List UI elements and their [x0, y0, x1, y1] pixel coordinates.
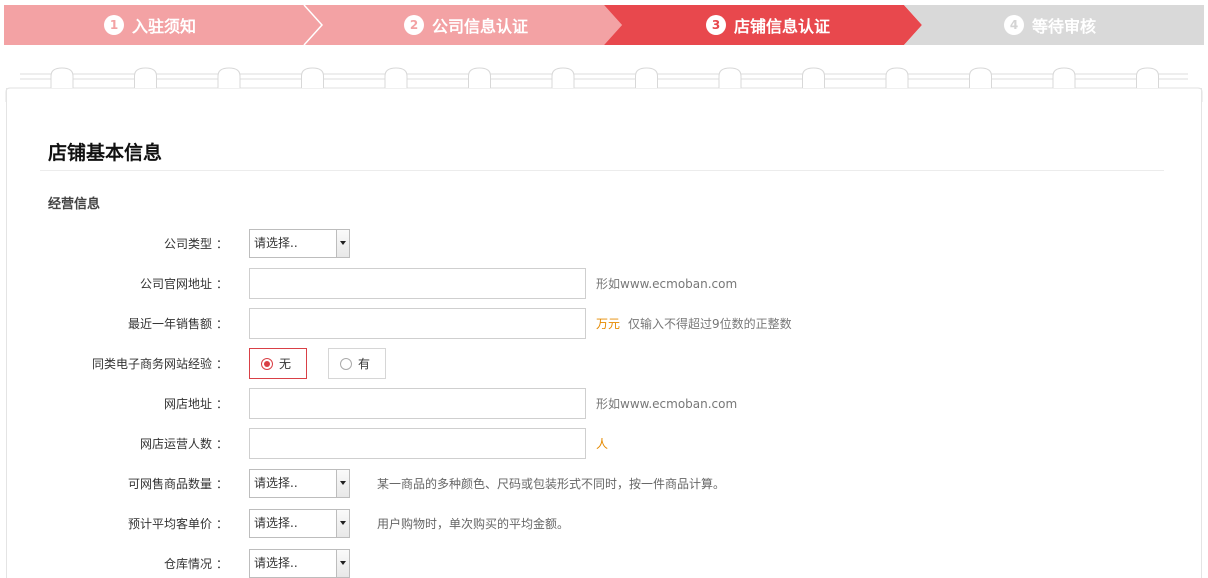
product-count-label: 可网售商品数量 [127, 477, 212, 491]
step-1: 1 入驻须知 [104, 5, 196, 45]
label-colon: ： [215, 357, 228, 371]
label-colon: ： [215, 557, 228, 571]
binder-ring [969, 67, 992, 88]
binder-ring [217, 67, 241, 88]
annual-sales-input[interactable] [249, 308, 586, 339]
website-hint: 形如www.ecmoban.com [596, 277, 738, 291]
avg-price-label: 预计平均客单价 [127, 517, 212, 531]
ecom-experience-label: 同类电子商务网站经验 [91, 357, 212, 371]
company-type-select[interactable]: 请选择.. [249, 229, 350, 258]
section-divider [40, 170, 1164, 171]
warehouse-select[interactable]: 请选择.. [249, 549, 350, 578]
subsection-title: 经营信息 [48, 197, 101, 212]
row-ecom-experience: 同类电子商务网站经验： 无 有 [0, 348, 1208, 380]
step-1-number: 1 [104, 15, 124, 35]
binder-ring [551, 67, 575, 88]
annual-sales-label: 最近一年销售额 [127, 317, 212, 331]
avg-price-select[interactable]: 请选择.. [249, 509, 350, 538]
shop-url-label: 网店地址 [163, 397, 212, 411]
annual-sales-unit: 万元 [596, 317, 621, 331]
binder-ring [50, 67, 74, 88]
step-2: 2 公司信息认证 [404, 5, 528, 45]
progress-steps: 1 入驻须知 2 公司信息认证 3 店铺信息认证 4 等待审核 [4, 5, 1204, 45]
radio-option-yes[interactable]: 有 [328, 348, 386, 379]
row-shop-url: 网店地址： 形如www.ecmoban.com [0, 388, 1208, 420]
label-colon: ： [215, 397, 228, 411]
product-count-select[interactable]: 请选择.. [249, 469, 350, 498]
row-avg-price: 预计平均客单价： 请选择.. 用户购物时，单次购买的平均金额。 [0, 508, 1208, 540]
row-company-type: 公司类型： 请选择.. [0, 228, 1208, 260]
avg-price-hint: 用户购物时，单次购买的平均金额。 [377, 517, 570, 531]
step-3: 3 店铺信息认证 [706, 5, 830, 45]
website-input[interactable] [249, 268, 586, 299]
chevron-down-icon [336, 550, 349, 577]
section-title: 店铺基本信息 [48, 142, 163, 164]
radio-unselected-icon [340, 357, 352, 370]
shop-staff-unit: 人 [596, 437, 609, 451]
step-3-number: 3 [706, 15, 726, 35]
shop-url-hint: 形如www.ecmoban.com [596, 397, 738, 411]
product-count-hint: 某一商品的多种颜色、尺码或包装形式不同时，按一件商品计算。 [377, 477, 726, 491]
binder-ring [384, 67, 408, 88]
row-warehouse: 仓库情况： 请选择.. [0, 548, 1208, 578]
avg-price-value: 请选择.. [254, 516, 298, 530]
radio-yes-label: 有 [358, 357, 371, 371]
binder-ring [301, 67, 324, 88]
binder-ring [134, 67, 157, 88]
step-2-number: 2 [404, 15, 424, 35]
shop-url-input[interactable] [249, 388, 586, 419]
radio-none-label: 无 [279, 357, 292, 371]
label-colon: ： [215, 317, 228, 331]
binder-ring [802, 67, 825, 88]
chevron-down-icon [336, 470, 349, 497]
binder-ring [635, 67, 658, 88]
label-colon: ： [215, 477, 228, 491]
step-4: 4 等待审核 [1004, 5, 1096, 45]
warehouse-value: 请选择.. [254, 556, 298, 570]
label-colon: ： [215, 277, 228, 291]
step-4-number: 4 [1004, 15, 1024, 35]
annual-sales-hint: 仅输入不得超过9位数的正整数 [628, 317, 792, 331]
row-website: 公司官网地址： 形如www.ecmoban.com [0, 268, 1208, 300]
binder-ring [1052, 67, 1076, 88]
row-product-count: 可网售商品数量： 请选择.. 某一商品的多种颜色、尺码或包装形式不同时，按一件商… [0, 468, 1208, 500]
binder-ring [718, 67, 742, 88]
chevron-down-icon [336, 510, 349, 537]
binder-ring [885, 67, 909, 88]
row-annual-sales: 最近一年销售额： 万元 仅输入不得超过9位数的正整数 [0, 308, 1208, 340]
radio-option-none[interactable]: 无 [249, 348, 307, 379]
label-colon: ： [215, 437, 228, 451]
chevron-down-icon [336, 230, 349, 257]
step-3-label: 店铺信息认证 [734, 17, 831, 36]
step-4-label: 等待审核 [1032, 17, 1097, 36]
row-shop-staff: 网店运营人数： 人 [0, 428, 1208, 460]
shop-staff-input[interactable] [249, 428, 586, 459]
binder-ring [1136, 67, 1159, 88]
warehouse-label: 仓库情况 [163, 557, 212, 571]
step-2-label: 公司信息认证 [432, 17, 529, 36]
label-colon: ： [215, 517, 228, 531]
step-1-label: 入驻须知 [132, 17, 197, 36]
binder-ring [468, 67, 491, 88]
company-type-label: 公司类型 [163, 237, 212, 251]
website-label: 公司官网地址 [139, 277, 212, 291]
shop-staff-label: 网店运营人数 [139, 437, 212, 451]
product-count-value: 请选择.. [254, 476, 298, 490]
radio-selected-icon [261, 357, 273, 370]
company-type-value: 请选择.. [254, 236, 298, 250]
label-colon: ： [215, 237, 228, 251]
